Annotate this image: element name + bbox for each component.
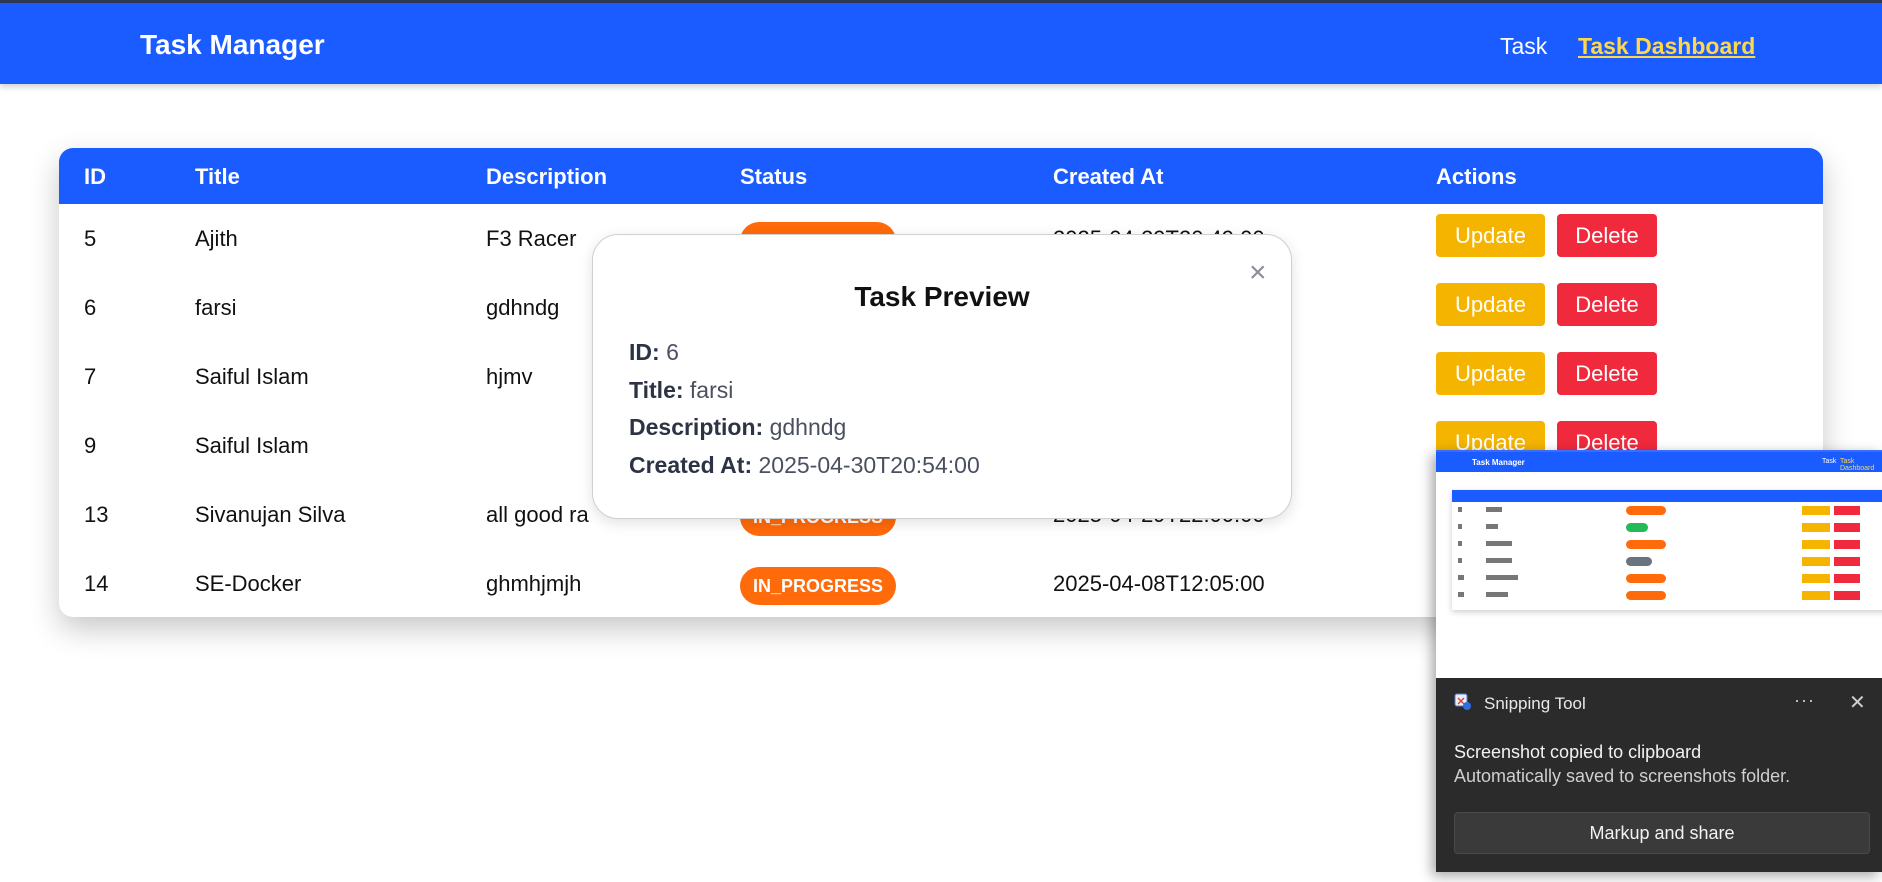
thumbnail-row xyxy=(1452,536,1882,553)
column-header-title: Title xyxy=(195,164,240,189)
preview-created-at: Created At: 2025-04-30T20:54:00 xyxy=(629,452,980,479)
delete-button[interactable]: Delete xyxy=(1557,283,1657,326)
thumbnail-row xyxy=(1452,553,1882,570)
table-header: ID Title Description Status Created At A… xyxy=(59,148,1823,204)
cell-description: gdhndg xyxy=(486,295,560,320)
delete-button[interactable]: Delete xyxy=(1557,352,1657,395)
toast-message: Screenshot copied to clipboard xyxy=(1454,742,1702,762)
thumbnail-table xyxy=(1452,490,1882,610)
snipping-tool-notification[interactable]: Task Manager Task Task Dashboard Snippin… xyxy=(1436,450,1882,872)
thumbnail-nav-task: Task xyxy=(1822,458,1837,465)
snipping-tool-icon xyxy=(1454,693,1471,710)
thumbnail-row xyxy=(1452,519,1882,536)
thumbnail-brand: Task Manager xyxy=(1472,458,1525,467)
preview-id: ID: 6 xyxy=(629,339,679,366)
preview-title-label: Title: xyxy=(629,377,684,403)
navbar: Task Manager Task Task Dashboard xyxy=(0,3,1882,84)
preview-description-value: gdhndg xyxy=(769,414,847,440)
cell-title: Saiful Islam xyxy=(195,433,309,458)
column-header-created-at: Created At xyxy=(1053,164,1164,189)
markup-and-share-button[interactable]: Markup and share xyxy=(1454,812,1870,854)
cell-title: Ajith xyxy=(195,226,238,251)
thumbnail-table-header xyxy=(1452,490,1882,502)
cell-id: 13 xyxy=(84,502,109,527)
modal-title: Task Preview xyxy=(854,281,1030,312)
cell-id: 9 xyxy=(84,433,97,458)
thumbnail-navbar: Task Manager Task Task Dashboard xyxy=(1436,452,1882,472)
preview-created-value: 2025-04-30T20:54:00 xyxy=(758,452,980,478)
toast-close-icon[interactable]: ✕ xyxy=(1849,690,1866,715)
cell-description: F3 Racer xyxy=(486,226,577,251)
preview-created-label: Created At: xyxy=(629,452,753,478)
cell-description: hjmv xyxy=(486,364,533,389)
preview-title: Title: farsi xyxy=(629,377,733,404)
update-button[interactable]: Update xyxy=(1436,214,1545,257)
preview-description: Description: gdhndg xyxy=(629,414,846,441)
cell-id: 5 xyxy=(84,226,97,251)
cell-title: Saiful Islam xyxy=(195,364,309,389)
thumbnail-nav-dashboard: Task Dashboard xyxy=(1840,458,1875,472)
update-button[interactable]: Update xyxy=(1436,352,1545,395)
column-header-status: Status xyxy=(740,164,808,189)
cell-id: 7 xyxy=(84,364,97,389)
delete-button[interactable]: Delete xyxy=(1557,214,1657,257)
column-header-actions: Actions xyxy=(1436,164,1517,189)
cell-id: 6 xyxy=(84,295,97,320)
nav-link-task-dashboard[interactable]: Task Dashboard xyxy=(1578,33,1755,60)
more-options-icon[interactable]: ··· xyxy=(1794,690,1815,711)
thumbnail-row xyxy=(1452,570,1882,587)
preview-title-value: farsi xyxy=(689,377,734,403)
toast-app-name: Snipping Tool xyxy=(1484,694,1586,713)
task-preview-modal: × Task Preview ID: 6 Title: farsi Descri… xyxy=(592,234,1292,519)
cell-created-at: 2025-04-08T12:05:00 xyxy=(1053,571,1265,596)
nav-link-task[interactable]: Task xyxy=(1500,33,1547,60)
cell-description: all good ra xyxy=(486,502,589,527)
thumbnail-row xyxy=(1452,587,1882,604)
thumbnail-row xyxy=(1452,502,1882,519)
status-badge: IN_PROGRESS xyxy=(740,567,896,605)
brand-title: Task Manager xyxy=(140,29,325,60)
preview-id-value: 6 xyxy=(666,339,679,365)
preview-id-label: ID: xyxy=(629,339,660,365)
cell-description: ghmhjmjh xyxy=(486,571,582,596)
cell-title: farsi xyxy=(195,295,237,320)
screenshot-thumbnail[interactable]: Task Manager Task Task Dashboard xyxy=(1436,450,1882,678)
preview-description-label: Description: xyxy=(629,414,764,440)
column-header-description: Description xyxy=(486,164,608,189)
update-button[interactable]: Update xyxy=(1436,283,1545,326)
cell-id: 14 xyxy=(84,571,109,596)
cell-title: Sivanujan Silva xyxy=(195,502,346,527)
toast-submessage: Automatically saved to screenshots folde… xyxy=(1454,766,1791,786)
column-header-id: ID xyxy=(84,164,106,189)
cell-title: SE-Docker xyxy=(195,571,302,596)
